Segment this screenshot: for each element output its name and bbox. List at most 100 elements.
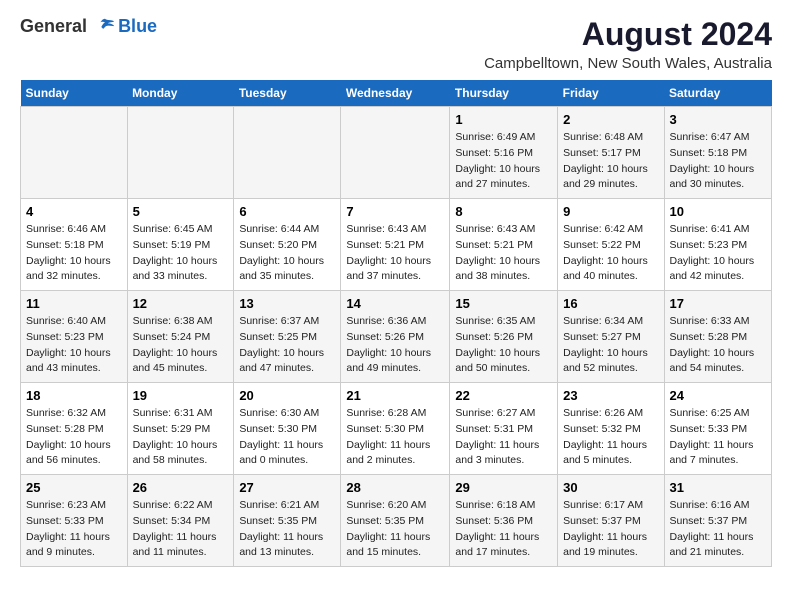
day-info: Sunrise: 6:18 AMSunset: 5:36 PMDaylight:… <box>455 498 552 561</box>
week-row-1: 1 Sunrise: 6:49 AMSunset: 5:16 PMDaylight… <box>21 107 772 199</box>
day-number: 18 <box>26 388 122 403</box>
day-number: 17 <box>670 296 767 311</box>
calendar-cell: 17 Sunrise: 6:33 AMSunset: 5:28 PMDayligh… <box>664 291 772 383</box>
day-info: Sunrise: 6:45 AMSunset: 5:19 PMDaylight:… <box>133 222 229 285</box>
week-row-5: 25Sunrise: 6:23 AMSunset: 5:33 PMDayligh… <box>21 475 772 567</box>
day-number: 23 <box>563 388 658 403</box>
day-number: 30 <box>563 480 658 495</box>
day-info: Sunrise: 6:31 AMSunset: 5:29 PMDaylight:… <box>133 406 229 469</box>
day-number: 13 <box>239 296 335 311</box>
calendar-cell: 3 Sunrise: 6:47 AMSunset: 5:18 PMDaylight… <box>664 107 772 199</box>
header-row: SundayMondayTuesdayWednesdayThursdayFrid… <box>21 80 772 107</box>
calendar-cell: 30 Sunrise: 6:17 AMSunset: 5:37 PMDayligh… <box>558 475 664 567</box>
day-info: Sunrise: 6:46 AMSunset: 5:18 PMDaylight:… <box>26 222 122 285</box>
week-row-3: 11 Sunrise: 6:40 AMSunset: 5:23 PMDayligh… <box>21 291 772 383</box>
calendar-cell: 21 Sunrise: 6:28 AMSunset: 5:30 PMDayligh… <box>341 383 450 475</box>
calendar-cell <box>21 107 128 199</box>
calendar-cell: 16 Sunrise: 6:34 AMSunset: 5:27 PMDayligh… <box>558 291 664 383</box>
day-info: Sunrise: 6:16 AMSunset: 5:37 PMDaylight:… <box>670 498 767 561</box>
day-info: Sunrise: 6:22 AMSunset: 5:34 PMDaylight:… <box>133 498 229 561</box>
day-info: Sunrise: 6:28 AMSunset: 5:30 PMDaylight:… <box>346 406 444 469</box>
day-info: Sunrise: 6:49 AMSunset: 5:16 PMDaylight:… <box>455 130 552 193</box>
day-number: 1 <box>455 112 552 127</box>
day-info: Sunrise: 6:35 AMSunset: 5:26 PMDaylight:… <box>455 314 552 377</box>
day-number: 12 <box>133 296 229 311</box>
day-info: Sunrise: 6:44 AMSunset: 5:20 PMDaylight:… <box>239 222 335 285</box>
header-thursday: Thursday <box>450 80 558 107</box>
day-info: Sunrise: 6:36 AMSunset: 5:26 PMDaylight:… <box>346 314 444 377</box>
day-number: 10 <box>670 204 767 219</box>
day-info: Sunrise: 6:47 AMSunset: 5:18 PMDaylight:… <box>670 130 767 193</box>
header-friday: Friday <box>558 80 664 107</box>
header-sunday: Sunday <box>21 80 128 107</box>
calendar-cell <box>234 107 341 199</box>
page-subtitle: Campbelltown, New South Wales, Australia <box>484 55 772 72</box>
day-number: 11 <box>26 296 122 311</box>
day-number: 20 <box>239 388 335 403</box>
logo-line2: Blue <box>118 17 157 37</box>
day-number: 4 <box>26 204 122 219</box>
header-saturday: Saturday <box>664 80 772 107</box>
day-info: Sunrise: 6:17 AMSunset: 5:37 PMDaylight:… <box>563 498 658 561</box>
title-block: August 2024 Campbelltown, New South Wale… <box>484 16 772 72</box>
day-info: Sunrise: 6:38 AMSunset: 5:24 PMDaylight:… <box>133 314 229 377</box>
day-number: 6 <box>239 204 335 219</box>
day-number: 8 <box>455 204 552 219</box>
day-number: 22 <box>455 388 552 403</box>
day-number: 31 <box>670 480 767 495</box>
day-info: Sunrise: 6:30 AMSunset: 5:30 PMDaylight:… <box>239 406 335 469</box>
logo-line1: General <box>20 16 87 36</box>
calendar-cell: 24 Sunrise: 6:25 AMSunset: 5:33 PMDayligh… <box>664 383 772 475</box>
day-info: Sunrise: 6:41 AMSunset: 5:23 PMDaylight:… <box>670 222 767 285</box>
day-info: Sunrise: 6:26 AMSunset: 5:32 PMDaylight:… <box>563 406 658 469</box>
day-info: Sunrise: 6:25 AMSunset: 5:33 PMDaylight:… <box>670 406 767 469</box>
day-info: Sunrise: 6:48 AMSunset: 5:17 PMDaylight:… <box>563 130 658 193</box>
day-info: Sunrise: 6:20 AMSunset: 5:35 PMDaylight:… <box>346 498 444 561</box>
day-number: 3 <box>670 112 767 127</box>
day-number: 29 <box>455 480 552 495</box>
calendar-cell <box>127 107 234 199</box>
calendar-header: SundayMondayTuesdayWednesdayThursdayFrid… <box>21 80 772 107</box>
calendar-cell: 19 Sunrise: 6:31 AMSunset: 5:29 PMDayligh… <box>127 383 234 475</box>
day-number: 26 <box>133 480 229 495</box>
calendar-cell: 31 Sunrise: 6:16 AMSunset: 5:37 PMDayligh… <box>664 475 772 567</box>
calendar-cell: 27Sunrise: 6:21 AMSunset: 5:35 PMDayligh… <box>234 475 341 567</box>
day-info: Sunrise: 6:21 AMSunset: 5:35 PMDaylight:… <box>239 498 335 561</box>
day-number: 14 <box>346 296 444 311</box>
calendar-cell: 1 Sunrise: 6:49 AMSunset: 5:16 PMDaylight… <box>450 107 558 199</box>
day-info: Sunrise: 6:33 AMSunset: 5:28 PMDaylight:… <box>670 314 767 377</box>
day-number: 19 <box>133 388 229 403</box>
calendar-cell: 25Sunrise: 6:23 AMSunset: 5:33 PMDayligh… <box>21 475 128 567</box>
day-info: Sunrise: 6:27 AMSunset: 5:31 PMDaylight:… <box>455 406 552 469</box>
day-info: Sunrise: 6:32 AMSunset: 5:28 PMDaylight:… <box>26 406 122 469</box>
calendar-cell: 13Sunrise: 6:37 AMSunset: 5:25 PMDayligh… <box>234 291 341 383</box>
calendar-cell: 29 Sunrise: 6:18 AMSunset: 5:36 PMDayligh… <box>450 475 558 567</box>
day-info: Sunrise: 6:43 AMSunset: 5:21 PMDaylight:… <box>346 222 444 285</box>
calendar-cell: 9Sunrise: 6:42 AMSunset: 5:22 PMDaylight… <box>558 199 664 291</box>
calendar-cell: 10 Sunrise: 6:41 AMSunset: 5:23 PMDayligh… <box>664 199 772 291</box>
day-info: Sunrise: 6:43 AMSunset: 5:21 PMDaylight:… <box>455 222 552 285</box>
calendar-cell: 22 Sunrise: 6:27 AMSunset: 5:31 PMDayligh… <box>450 383 558 475</box>
calendar-cell: 8 Sunrise: 6:43 AMSunset: 5:21 PMDaylight… <box>450 199 558 291</box>
day-number: 16 <box>563 296 658 311</box>
calendar-cell: 23 Sunrise: 6:26 AMSunset: 5:32 PMDayligh… <box>558 383 664 475</box>
calendar-cell: 28 Sunrise: 6:20 AMSunset: 5:35 PMDayligh… <box>341 475 450 567</box>
calendar-cell: 15 Sunrise: 6:35 AMSunset: 5:26 PMDayligh… <box>450 291 558 383</box>
day-number: 21 <box>346 388 444 403</box>
header-wednesday: Wednesday <box>341 80 450 107</box>
day-number: 7 <box>346 204 444 219</box>
calendar-cell: 6 Sunrise: 6:44 AMSunset: 5:20 PMDaylight… <box>234 199 341 291</box>
calendar-cell: 26 Sunrise: 6:22 AMSunset: 5:34 PMDayligh… <box>127 475 234 567</box>
header-tuesday: Tuesday <box>234 80 341 107</box>
day-number: 24 <box>670 388 767 403</box>
logo: General Blue <box>20 16 157 38</box>
page-header: General Blue August 2024 Campbelltown, N… <box>20 16 772 72</box>
day-info: Sunrise: 6:34 AMSunset: 5:27 PMDaylight:… <box>563 314 658 377</box>
calendar-cell: 18 Sunrise: 6:32 AMSunset: 5:28 PMDayligh… <box>21 383 128 475</box>
day-number: 15 <box>455 296 552 311</box>
day-number: 28 <box>346 480 444 495</box>
day-number: 2 <box>563 112 658 127</box>
day-info: Sunrise: 6:40 AMSunset: 5:23 PMDaylight:… <box>26 314 122 377</box>
calendar-cell <box>341 107 450 199</box>
header-monday: Monday <box>127 80 234 107</box>
